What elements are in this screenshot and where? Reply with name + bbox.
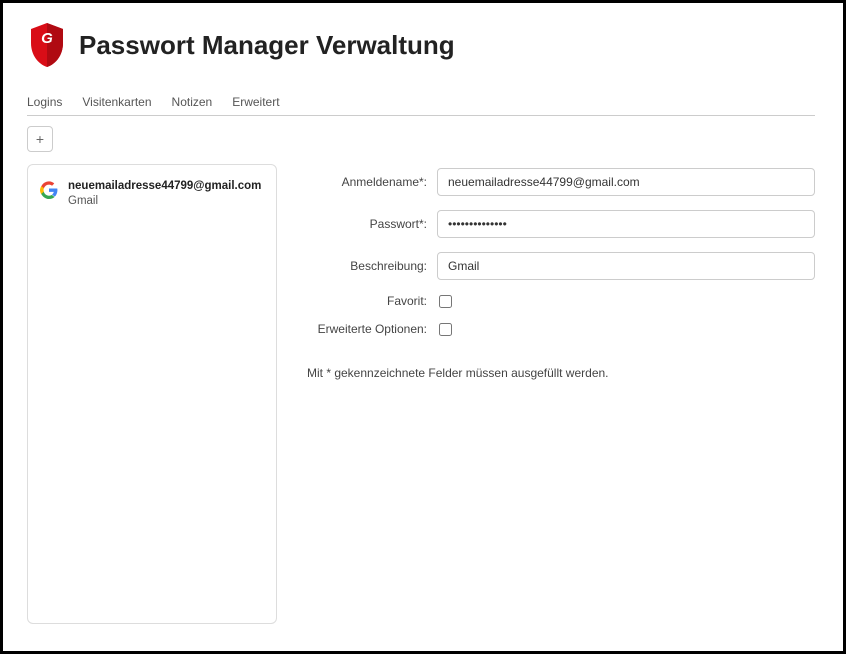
tab-erweitert[interactable]: Erweitert bbox=[232, 95, 279, 109]
login-name-input[interactable] bbox=[437, 168, 815, 196]
required-fields-note: Mit * gekennzeichnete Felder müssen ausg… bbox=[307, 366, 815, 380]
row-favorite: Favorit: bbox=[307, 294, 815, 308]
password-label: Passwort*: bbox=[307, 217, 437, 231]
toolbar: + bbox=[27, 126, 815, 152]
entries-list: neuemailadresse44799@gmail.com Gmail bbox=[27, 164, 277, 624]
advanced-options-label: Erweiterte Optionen: bbox=[307, 322, 437, 336]
row-description: Beschreibung: bbox=[307, 252, 815, 280]
login-name-label: Anmeldename*: bbox=[307, 175, 437, 189]
favorite-checkbox[interactable] bbox=[439, 295, 452, 308]
row-password: Passwort*: bbox=[307, 210, 815, 238]
tab-logins[interactable]: Logins bbox=[27, 95, 62, 109]
tab-visitenkarten[interactable]: Visitenkarten bbox=[82, 95, 151, 109]
description-input[interactable] bbox=[437, 252, 815, 280]
advanced-options-checkbox[interactable] bbox=[439, 323, 452, 336]
tab-notizen[interactable]: Notizen bbox=[172, 95, 213, 109]
row-login-name: Anmeldename*: bbox=[307, 168, 815, 196]
detail-form: Anmeldename*: Passwort*: Beschreibung: F… bbox=[307, 164, 815, 624]
row-advanced-options: Erweiterte Optionen: bbox=[307, 322, 815, 336]
tab-bar: Logins Visitenkarten Notizen Erweitert bbox=[27, 95, 815, 116]
list-item-text: neuemailadresse44799@gmail.com Gmail bbox=[68, 179, 261, 209]
google-icon bbox=[40, 181, 58, 199]
app-header: G Passwort Manager Verwaltung bbox=[27, 21, 815, 69]
list-item-subtitle: Gmail bbox=[68, 194, 261, 209]
list-item[interactable]: neuemailadresse44799@gmail.com Gmail bbox=[40, 175, 264, 213]
gdata-logo-icon: G bbox=[27, 21, 67, 69]
password-input[interactable] bbox=[437, 210, 815, 238]
main-area: neuemailadresse44799@gmail.com Gmail Anm… bbox=[27, 164, 815, 624]
page-title: Passwort Manager Verwaltung bbox=[79, 30, 455, 61]
description-label: Beschreibung: bbox=[307, 259, 437, 273]
list-item-title: neuemailadresse44799@gmail.com bbox=[68, 179, 261, 194]
add-button[interactable]: + bbox=[27, 126, 53, 152]
favorite-label: Favorit: bbox=[307, 294, 437, 308]
svg-text:G: G bbox=[41, 30, 53, 47]
